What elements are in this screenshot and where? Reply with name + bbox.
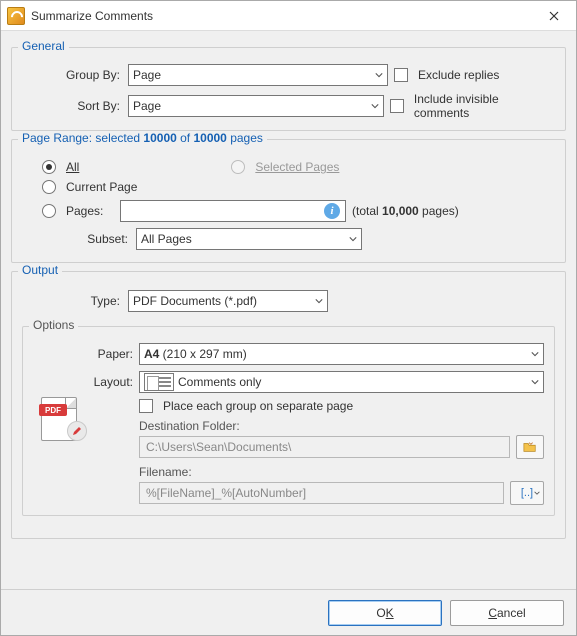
page-range-legend: Page Range: selected 10000 of 10000 page… [18,131,267,145]
macro-icon: [..] [521,487,533,499]
dialog-window: Summarize Comments General Group By: Pag… [0,0,577,636]
chevron-down-icon [531,347,539,361]
app-icon [7,7,25,25]
filename-value [144,485,499,501]
info-icon[interactable]: i [324,203,340,219]
browse-folder-button[interactable] [516,435,544,459]
range-selected-radio [231,160,245,174]
options-group: Options Paper: A4 (210 x 297 mm) Layout:… [22,326,555,516]
edit-icon [67,421,87,441]
type-select[interactable]: PDF Documents (*.pdf) [128,290,328,312]
total-pages-hint: (total 10,000 pages) [352,204,459,218]
dialog-footer: OK Cancel [1,589,576,635]
paper-value-main: A4 [144,347,159,361]
group-by-label: Group By: [22,68,122,82]
output-group: Output Type: PDF Documents (*.pdf) Optio… [11,271,566,539]
sort-by-select[interactable]: Page [128,95,384,117]
group-by-select[interactable]: Page [128,64,388,86]
range-pages-radio[interactable] [42,204,56,218]
layout-value: Comments only [178,375,261,389]
pdf-file-icon: PDF [41,397,83,443]
separate-page-label: Place each group on separate page [163,399,353,413]
type-label: Type: [22,294,122,308]
general-legend: General [18,39,69,53]
chevron-down-icon [371,99,379,113]
subset-select[interactable]: All Pages [136,228,362,250]
options-legend: Options [29,318,78,332]
range-all-radio[interactable] [42,160,56,174]
page-range-group: Page Range: selected 10000 of 10000 page… [11,139,566,263]
chevron-down-icon [375,68,383,82]
general-group: General Group By: Page Exclude replies S… [11,47,566,131]
range-selected-label: Selected Pages [255,160,339,174]
chevron-down-icon [315,294,323,308]
range-current-radio[interactable] [42,180,56,194]
titlebar: Summarize Comments [1,1,576,31]
sort-by-label: Sort By: [22,99,122,113]
dialog-body: General Group By: Page Exclude replies S… [1,31,576,589]
include-invisible-checkbox[interactable] [390,99,404,113]
folder-open-icon [523,440,537,454]
range-pages-label: Pages: [66,204,114,218]
filename-field [139,482,504,504]
exclude-replies-checkbox[interactable] [394,68,408,82]
cancel-button[interactable]: Cancel [450,600,564,626]
type-value: PDF Documents (*.pdf) [133,294,257,308]
layout-label: Layout: [33,375,133,389]
chevron-down-icon [534,490,540,496]
subset-label: Subset: [22,232,130,246]
layout-icon [144,373,174,391]
paper-value-detail: (210 x 297 mm) [159,347,246,361]
dest-folder-value [144,439,505,455]
output-legend: Output [18,263,62,277]
filename-macro-button[interactable]: [..] [510,481,544,505]
dest-folder-label: Destination Folder: [139,419,544,433]
filename-label: Filename: [139,465,544,479]
pages-input[interactable] [125,203,341,219]
window-title: Summarize Comments [31,9,531,23]
range-all-label: All [66,160,79,174]
close-button[interactable] [531,1,576,31]
dest-folder-field [139,436,510,458]
ok-button[interactable]: OK [328,600,442,626]
include-invisible-label: Include invisible comments [414,92,555,120]
group-by-value: Page [133,68,161,82]
paper-select[interactable]: A4 (210 x 297 mm) [139,343,544,365]
sort-by-value: Page [133,99,161,113]
close-icon [549,11,559,21]
pages-input-wrap[interactable]: i [120,200,346,222]
exclude-replies-label: Exclude replies [418,68,499,82]
chevron-down-icon [349,232,357,246]
layout-select[interactable]: Comments only [139,371,544,393]
range-current-label: Current Page [66,180,137,194]
subset-value: All Pages [141,232,192,246]
paper-label: Paper: [33,347,133,361]
separate-page-checkbox[interactable] [139,399,153,413]
chevron-down-icon [531,375,539,389]
